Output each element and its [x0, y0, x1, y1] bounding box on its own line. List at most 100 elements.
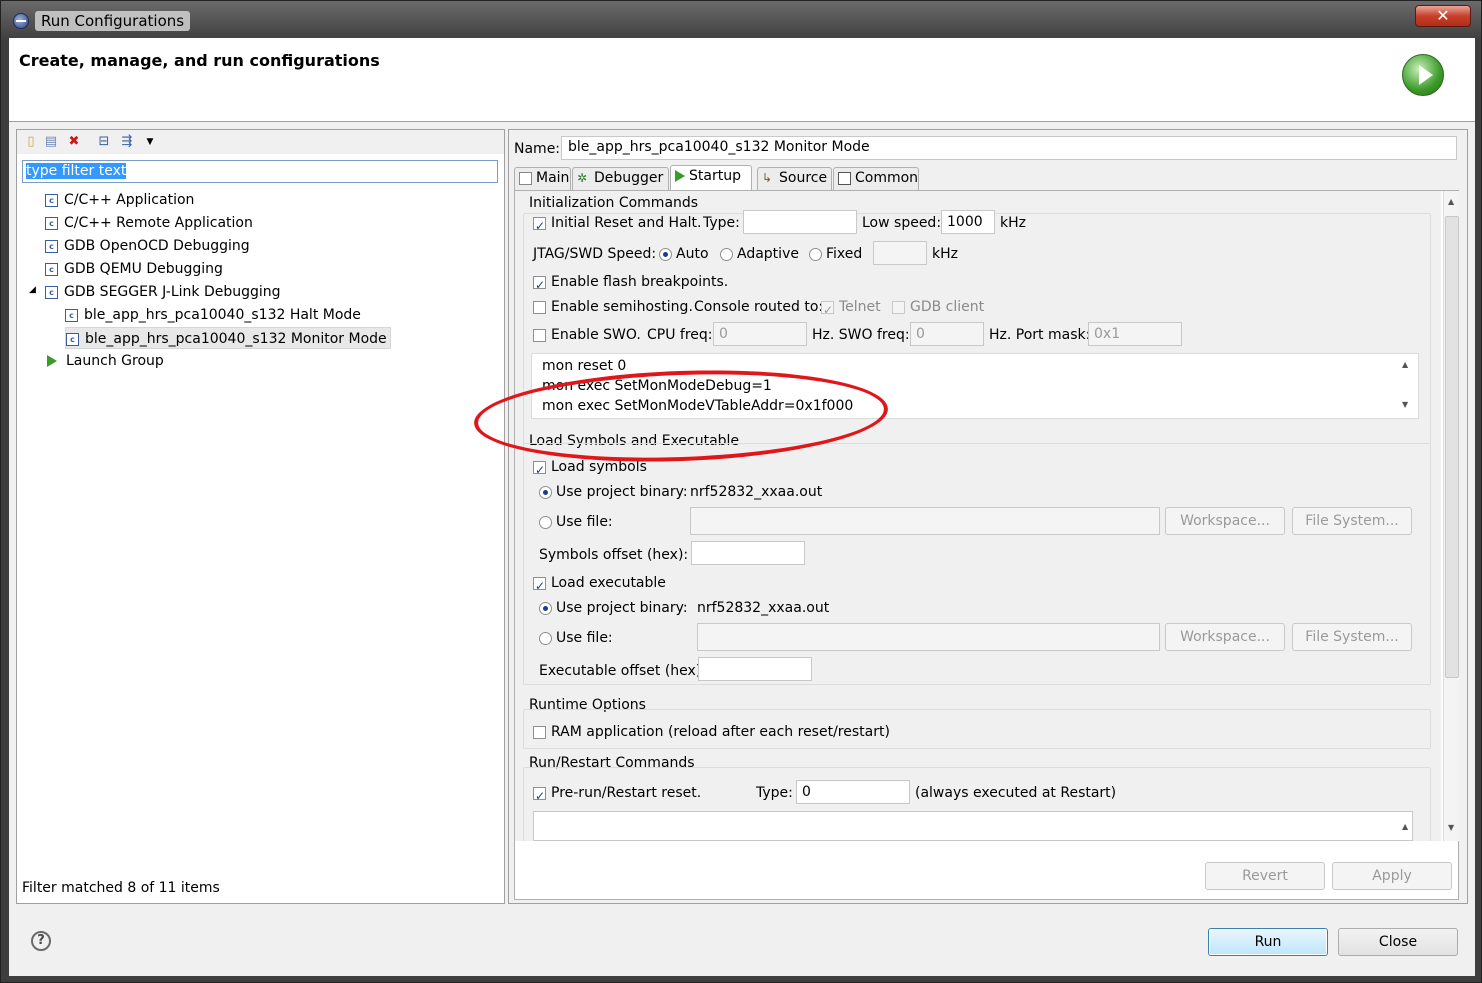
- telnet-checkbox[interactable]: [821, 299, 834, 321]
- tab-debugger[interactable]: ✲ Debugger: [572, 167, 669, 191]
- tree-item-cpp-remote-application[interactable]: c C/C++ Remote Application: [45, 212, 253, 234]
- startup-scroll-area: Initialization Commands Initial Reset an…: [515, 191, 1441, 841]
- prerun-label: Pre-run/Restart reset.: [551, 785, 702, 801]
- window-close-button[interactable]: ✕: [1415, 5, 1471, 27]
- semihosting-checkbox[interactable]: [533, 300, 546, 314]
- filter-input[interactable]: type filter text: [22, 160, 498, 183]
- common-tab-icon: [838, 171, 851, 185]
- scrollbar-thumb[interactable]: [1445, 216, 1459, 678]
- c-config-icon: c: [45, 216, 58, 230]
- fixed-speed-input[interactable]: [873, 241, 927, 265]
- telnet-option[interactable]: Telnet: [821, 296, 881, 321]
- exec-project-binary-option[interactable]: Use project binary:: [539, 597, 688, 619]
- scroll-down-icon[interactable]: ▼: [1448, 823, 1454, 832]
- tab-startup[interactable]: Startup: [670, 165, 752, 191]
- tree-item-gdb-openocd[interactable]: c GDB OpenOCD Debugging: [45, 235, 250, 257]
- reset-type-input[interactable]: [743, 210, 857, 234]
- scroll-up-icon[interactable]: ▲: [1402, 818, 1408, 836]
- help-icon[interactable]: ?: [31, 931, 51, 951]
- delete-icon[interactable]: ✖: [67, 135, 81, 149]
- tab-source[interactable]: ↳ Source: [757, 167, 832, 191]
- load-executable-checkbox[interactable]: [533, 575, 546, 597]
- bug-icon: ✲: [577, 170, 588, 185]
- tree-item-gdb-qemu[interactable]: c GDB QEMU Debugging: [45, 258, 223, 280]
- tree-item-launch-group[interactable]: Launch Group: [47, 350, 164, 372]
- tab-main[interactable]: Main: [514, 167, 571, 191]
- speed-auto-option[interactable]: Auto: [659, 243, 709, 265]
- c-config-icon: c: [66, 332, 79, 346]
- always-executed-label: (always executed at Restart): [915, 785, 1117, 801]
- tree-item-halt-mode[interactable]: c ble_app_hrs_pca10040_s132 Halt Mode: [65, 304, 361, 326]
- exec-use-file-option[interactable]: Use file:: [539, 627, 613, 649]
- symbols-file-input[interactable]: [690, 507, 1160, 535]
- restart-commands-textarea[interactable]: ▲: [533, 811, 1413, 841]
- ram-app-checkbox[interactable]: [533, 725, 546, 739]
- gdb-client-checkbox[interactable]: [892, 300, 905, 314]
- tab-label: Source: [779, 170, 828, 186]
- filter-icon[interactable]: ⇶: [120, 135, 134, 149]
- commands-scrollbar[interactable]: ▲ ▼: [1398, 354, 1418, 418]
- collapse-all-icon[interactable]: ⊟: [97, 135, 111, 149]
- exec-file-system-button[interactable]: File System...: [1292, 623, 1412, 651]
- c-config-icon: c: [45, 239, 58, 253]
- startup-vertical-scrollbar[interactable]: ▲ ▼: [1443, 191, 1459, 841]
- initial-reset-checkbox[interactable]: [533, 215, 546, 237]
- cpu-freq-input[interactable]: 0: [713, 322, 807, 346]
- exec-use-file-radio[interactable]: [539, 631, 552, 645]
- scroll-up-icon[interactable]: ▲: [1402, 360, 1408, 369]
- swo-freq-input[interactable]: 0: [910, 322, 984, 346]
- speed-adaptive-option[interactable]: Adaptive: [720, 243, 799, 265]
- low-speed-input[interactable]: 1000: [941, 210, 995, 234]
- restart-type-input[interactable]: 0: [796, 780, 910, 804]
- name-label: Name:: [514, 141, 561, 157]
- tab-common[interactable]: Common: [833, 167, 919, 191]
- exec-workspace-button[interactable]: Workspace...: [1165, 623, 1285, 651]
- scroll-down-icon[interactable]: ▼: [1402, 400, 1408, 409]
- run-button[interactable]: Run: [1208, 928, 1328, 956]
- swo-checkbox[interactable]: [533, 328, 546, 342]
- khz-label-2: kHz: [932, 246, 958, 262]
- exec-offset-input[interactable]: [698, 657, 812, 681]
- tab-label: Debugger: [594, 170, 664, 186]
- exec-file-input[interactable]: [697, 623, 1160, 651]
- revert-button[interactable]: Revert: [1205, 862, 1325, 890]
- load-symbols-checkbox[interactable]: [533, 459, 546, 481]
- use-file-label: Use file:: [556, 514, 613, 530]
- tree-expand-arrow-icon[interactable]: ◢: [29, 285, 36, 295]
- exec-project-binary-radio[interactable]: [539, 601, 552, 615]
- symbols-project-binary-radio[interactable]: [539, 485, 552, 499]
- ram-app-row: RAM application (reload after each reset…: [533, 721, 890, 743]
- view-menu-chevron-down-icon[interactable]: ▼: [143, 135, 157, 149]
- gdb-client-option[interactable]: GDB client: [892, 296, 984, 318]
- name-field[interactable]: ble_app_hrs_pca10040_s132 Monitor Mode: [561, 136, 1457, 160]
- new-configuration-icon[interactable]: ▯: [24, 135, 38, 149]
- prerun-checkbox[interactable]: [533, 785, 546, 807]
- tab-label: Startup: [689, 168, 741, 184]
- speed-adaptive-radio[interactable]: [720, 247, 733, 261]
- cpu-freq-label: CPU freq:: [647, 327, 713, 343]
- init-commands-textarea[interactable]: mon reset 0 mon exec SetMonModeDebug=1 m…: [531, 353, 1419, 419]
- init-group-title: Initialization Commands: [529, 195, 699, 211]
- speed-fixed-radio[interactable]: [809, 247, 822, 261]
- tree-item-label: ble_app_hrs_pca10040_s132 Monitor Mode: [85, 331, 387, 347]
- tree-item-cpp-application[interactable]: c C/C++ Application: [45, 189, 194, 211]
- port-mask-input[interactable]: 0x1: [1088, 322, 1182, 346]
- scroll-up-icon[interactable]: ▲: [1448, 197, 1454, 206]
- symbols-use-file-option[interactable]: Use file:: [539, 511, 613, 533]
- c-config-icon: c: [65, 308, 78, 322]
- close-button[interactable]: Close: [1338, 928, 1458, 956]
- duplicate-icon[interactable]: ▤: [44, 135, 58, 149]
- symbols-offset-input[interactable]: [691, 541, 805, 565]
- eclipse-icon: [13, 13, 29, 29]
- symbols-project-binary-option[interactable]: Use project binary:: [539, 481, 688, 503]
- symbols-file-system-button[interactable]: File System...: [1292, 507, 1412, 535]
- symbols-workspace-button[interactable]: Workspace...: [1165, 507, 1285, 535]
- flash-breakpoints-checkbox[interactable]: [533, 274, 546, 296]
- apply-button[interactable]: Apply: [1332, 862, 1452, 890]
- configuration-list-pane: ▯ ▤ ✖ ⊟ ⇶ ▼ type filter text c C/C++ Appl…: [16, 129, 505, 904]
- speed-fixed-option[interactable]: Fixed: [809, 243, 862, 265]
- speed-auto-radio[interactable]: [659, 247, 672, 261]
- tree-item-gdb-segger-jlink[interactable]: c GDB SEGGER J-Link Debugging: [45, 281, 281, 303]
- symbols-use-file-radio[interactable]: [539, 515, 552, 529]
- tree-item-monitor-mode[interactable]: c ble_app_hrs_pca10040_s132 Monitor Mode: [65, 327, 391, 349]
